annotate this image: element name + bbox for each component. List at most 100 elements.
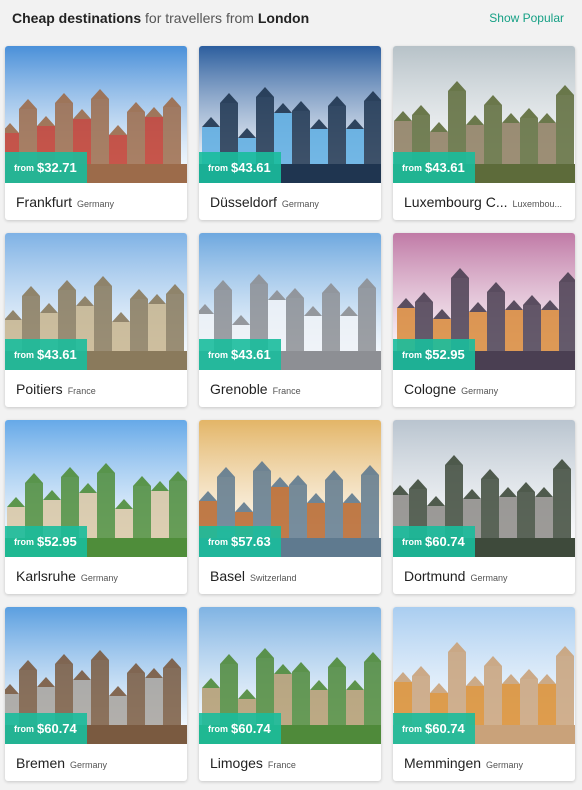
price-prefix: from: [208, 723, 228, 734]
country-name: Germany: [470, 573, 508, 583]
destination-card[interactable]: from $57.63 Basel Switzerland: [199, 420, 381, 594]
price-amount: $52.95: [37, 534, 77, 549]
price-prefix: from: [402, 162, 422, 173]
price-amount: $43.61: [231, 347, 271, 362]
card-caption: Poitiers France: [5, 370, 187, 407]
title-middle: for travellers from: [141, 10, 258, 26]
country-name: Germany: [70, 760, 108, 770]
city-name: Frankfurt: [16, 194, 73, 210]
destination-photo: from $43.61: [5, 233, 187, 370]
price-prefix: from: [402, 349, 422, 360]
price-badge: from $43.61: [199, 339, 281, 370]
price-badge: from $60.74: [393, 713, 475, 744]
card-caption: Grenoble France: [199, 370, 381, 407]
country-name: France: [272, 386, 301, 396]
card-caption: Düsseldorf Germany: [199, 183, 381, 220]
city-name: Grenoble: [210, 381, 268, 397]
price-badge: from $43.61: [199, 152, 281, 183]
destination-photo: from $43.61: [199, 46, 381, 183]
destination-card[interactable]: from $43.61 Grenoble France: [199, 233, 381, 407]
city-name: Basel: [210, 568, 246, 584]
country-name: Germany: [77, 199, 115, 209]
city-name: Memmingen: [404, 755, 482, 771]
country-name: Germany: [80, 573, 118, 583]
price-prefix: from: [208, 349, 228, 360]
price-amount: $43.61: [425, 160, 465, 175]
destination-photo: from $52.95: [5, 420, 187, 557]
city-name: Limoges: [210, 755, 263, 771]
card-caption: Basel Switzerland: [199, 557, 381, 594]
country-name: Germany: [281, 199, 319, 209]
card-caption: Limoges France: [199, 744, 381, 781]
destination-photo: from $60.74: [199, 607, 381, 744]
destination-card[interactable]: from $60.74 Bremen Germany: [5, 607, 187, 781]
destination-photo: from $43.61: [199, 233, 381, 370]
card-caption: Karlsruhe Germany: [5, 557, 187, 594]
country-name: Germany: [486, 760, 524, 770]
price-amount: $57.63: [231, 534, 271, 549]
country-name: Luxembou...: [512, 199, 563, 209]
destination-card[interactable]: from $60.74 Dortmund Germany: [393, 420, 575, 594]
card-caption: Dortmund Germany: [393, 557, 575, 594]
price-amount: $60.74: [425, 534, 465, 549]
destination-photo: from $60.74: [5, 607, 187, 744]
price-prefix: from: [14, 536, 34, 547]
price-amount: $43.61: [37, 347, 77, 362]
price-badge: from $52.95: [393, 339, 475, 370]
city-name: Bremen: [16, 755, 66, 771]
city-name: Dortmund: [404, 568, 466, 584]
page-title: Cheap destinations for travellers from L…: [12, 10, 309, 26]
price-prefix: from: [402, 723, 422, 734]
price-badge: from $60.74: [5, 713, 87, 744]
origin-city: London: [257, 10, 310, 26]
destination-card[interactable]: from $60.74 Memmingen Germany: [393, 607, 575, 781]
card-caption: Frankfurt Germany: [5, 183, 187, 220]
country-name: Switzerland: [250, 573, 297, 583]
destination-card[interactable]: from $43.61 Poitiers France: [5, 233, 187, 407]
card-caption: Cologne Germany: [393, 370, 575, 407]
destination-card[interactable]: from $43.61 Düsseldorf Germany: [199, 46, 381, 220]
price-prefix: from: [14, 162, 34, 173]
destination-card[interactable]: from $60.74 Limoges France: [199, 607, 381, 781]
price-amount: $32.71: [37, 160, 77, 175]
price-prefix: from: [14, 723, 34, 734]
city-name: Cologne: [404, 381, 457, 397]
country-name: Germany: [461, 386, 499, 396]
price-badge: from $60.74: [393, 526, 475, 557]
show-popular-link[interactable]: Show Popular: [489, 11, 564, 25]
title-bold: Cheap destinations: [12, 10, 142, 26]
city-name: Karlsruhe: [16, 568, 76, 584]
city-name: Luxembourg C...: [404, 194, 508, 210]
destination-photo: from $43.61: [393, 46, 575, 183]
destination-card[interactable]: from $32.71 Frankfurt Germany: [5, 46, 187, 220]
destination-photo: from $60.74: [393, 420, 575, 557]
card-caption: Luxembourg C... Luxembou...: [393, 183, 575, 220]
price-amount: $43.61: [231, 160, 271, 175]
destination-photo: from $52.95: [393, 233, 575, 370]
header: Cheap destinations for travellers from L…: [12, 8, 564, 28]
price-badge: from $52.95: [5, 526, 87, 557]
price-amount: $52.95: [425, 347, 465, 362]
price-badge: from $43.61: [5, 339, 87, 370]
price-amount: $60.74: [425, 721, 465, 736]
destination-grid: from $32.71 Frankfurt Germany from $43.61 Düss…: [5, 46, 579, 781]
price-badge: from $43.61: [393, 152, 475, 183]
price-badge: from $57.63: [199, 526, 281, 557]
price-amount: $60.74: [231, 721, 271, 736]
destination-photo: from $32.71: [5, 46, 187, 183]
price-badge: from $60.74: [199, 713, 281, 744]
price-prefix: from: [208, 536, 228, 547]
card-caption: Memmingen Germany: [393, 744, 575, 781]
destination-photo: from $60.74: [393, 607, 575, 744]
country-name: France: [67, 386, 96, 396]
destination-card[interactable]: from $52.95 Cologne Germany: [393, 233, 575, 407]
price-amount: $60.74: [37, 721, 77, 736]
price-prefix: from: [208, 162, 228, 173]
destination-card[interactable]: from $43.61 Luxembourg C... Luxembou...: [393, 46, 575, 220]
city-name: Poitiers: [16, 381, 63, 397]
destination-card[interactable]: from $52.95 Karlsruhe Germany: [5, 420, 187, 594]
price-prefix: from: [14, 349, 34, 360]
price-badge: from $32.71: [5, 152, 87, 183]
city-name: Düsseldorf: [210, 194, 277, 210]
destination-photo: from $57.63: [199, 420, 381, 557]
